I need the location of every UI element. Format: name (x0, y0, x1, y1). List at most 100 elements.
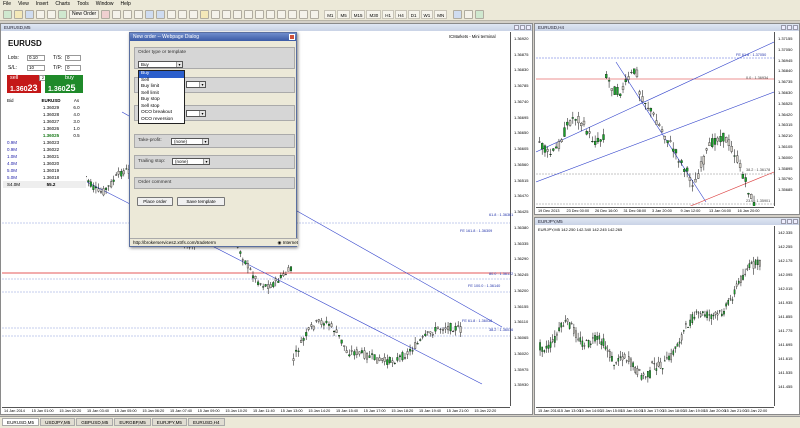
minimize-icon[interactable] (781, 25, 786, 30)
ladder-row[interactable]: 1.36029 6.0 (3, 104, 86, 111)
zoom-out-icon[interactable] (156, 9, 166, 19)
main-time-axis[interactable]: 14 Jan 2014 15 Jan 01:00 15 Jan 02:20 15 Ja… (2, 407, 510, 414)
stop-loss-select[interactable]: ▾ (186, 110, 206, 117)
ts-input[interactable]: 0 (65, 55, 81, 61)
tf-m15[interactable]: M15 (350, 9, 366, 19)
ladder-row[interactable]: 1.36025 0.5 (3, 132, 86, 139)
place-order-button[interactable]: Place order (137, 197, 173, 206)
minimize-icon[interactable] (514, 25, 519, 30)
main-price-axis[interactable]: 1.36920 1.36875 1.36830 1.36785 1.36740 1.366… (510, 32, 532, 406)
menu-file[interactable]: File (3, 1, 11, 7)
ladder-row[interactable]: 0.9M 1.36023 (3, 139, 86, 146)
ladder-row[interactable]: 1.36028 4.0 (3, 111, 86, 118)
ladder-row[interactable]: 1.36027 3.0 (3, 118, 86, 125)
terminal-icon[interactable] (47, 9, 56, 19)
tf-m5[interactable]: M5 (337, 9, 350, 19)
menu-help[interactable]: Help (121, 1, 131, 7)
volume-select[interactable]: ▾ (186, 81, 206, 88)
menu-window[interactable]: Window (96, 1, 114, 7)
eurjpy-chart-plot[interactable] (536, 226, 774, 406)
ladder-row[interactable]: 1.0M 1.36021 (3, 153, 86, 160)
h4-chart-plot[interactable] (536, 32, 774, 206)
h4-candle-body (607, 80, 611, 82)
take-profit-select[interactable]: (none) ▾ (171, 138, 209, 145)
ladder-row[interactable]: 1.36026 1.0 (3, 125, 86, 132)
h4-price-axis[interactable]: 1.37155 1.37050 1.36945 1.36840 1.36735 1.366… (774, 32, 799, 206)
ladder-row[interactable]: 5.0M 1.36018 (3, 174, 86, 181)
save-template-button[interactable]: Save template (177, 197, 225, 206)
settings-icon[interactable] (453, 9, 463, 19)
menu-view[interactable]: View (18, 1, 29, 7)
ladder-row[interactable]: 0.9M 1.36022 (3, 146, 86, 153)
dialog-close-icon[interactable] (289, 34, 295, 40)
candle-chart-icon[interactable] (123, 9, 133, 19)
sl-input[interactable]: 10 (27, 65, 45, 71)
eurjpy-chart-area[interactable]: EURJPY,M5 142.250 142.340 142.245 142.26… (536, 226, 799, 414)
tile-windows-icon[interactable] (167, 9, 177, 19)
autoscroll-icon[interactable] (178, 9, 188, 19)
crosshair-icon[interactable] (233, 9, 243, 19)
jpy-candle-body (666, 357, 668, 360)
lots-input[interactable]: 0.10 (27, 55, 45, 61)
line-chart-icon[interactable] (134, 9, 144, 19)
navigator-icon[interactable] (36, 9, 45, 19)
fibo-icon[interactable] (288, 9, 298, 19)
ladder-row[interactable]: 5.0M 1.36019 (3, 167, 86, 174)
zoom-in-icon[interactable] (145, 9, 155, 19)
eurjpy-time-axis[interactable]: 15 Jan 2014 15 Jan 13:00 15 Jan 14:00 15 Ja… (536, 407, 774, 414)
buy-button[interactable]: buy 1.36025 (45, 75, 83, 93)
trailing-stop-select[interactable]: (none) ▾ (172, 158, 210, 165)
trendline-icon[interactable] (266, 9, 276, 19)
new-chart-icon[interactable] (3, 9, 12, 19)
h4-candle-body (672, 148, 675, 152)
menu-tools[interactable]: Tools (77, 1, 89, 7)
menu-charts[interactable]: Charts (55, 1, 70, 7)
chart-tab[interactable]: EURUSD,M5 (2, 418, 40, 426)
chart-shift-icon[interactable] (189, 9, 199, 19)
h4-chart-area[interactable]: 1.37155 1.37050 1.36945 1.36840 1.36735 1.366… (536, 32, 799, 214)
menu-insert[interactable]: Insert (36, 1, 49, 7)
order-type-select[interactable]: Buy ▾ (138, 61, 183, 68)
chart-tab[interactable]: EURUSD,H4 (188, 418, 225, 426)
vertical-line-icon[interactable] (244, 9, 254, 19)
scripts-icon[interactable] (464, 9, 474, 19)
templates-icon[interactable] (222, 9, 232, 19)
bar-chart-icon[interactable] (112, 9, 122, 19)
maximize-icon[interactable] (787, 219, 792, 224)
maximize-icon[interactable] (520, 25, 525, 30)
tf-mn[interactable]: MN (434, 9, 448, 19)
indicators-icon[interactable] (200, 9, 210, 19)
periods-icon[interactable] (211, 9, 221, 19)
chart-tab[interactable]: EURJPY,M5 (151, 418, 187, 426)
channel-icon[interactable] (277, 9, 287, 19)
order-type-option[interactable]: OCO reversion (139, 117, 184, 124)
chart-tab[interactable]: EURGBP,M5 (114, 418, 151, 426)
text-icon[interactable] (299, 9, 309, 19)
chart-tab[interactable]: USDJPY,M5 (40, 418, 76, 426)
label-icon[interactable] (310, 9, 320, 19)
close-icon[interactable] (793, 219, 798, 224)
maximize-icon[interactable] (787, 25, 792, 30)
eurjpy-price-axis[interactable]: 142.335 142.255 142.175 142.095 142.015 141.9… (774, 226, 799, 406)
tf-h1[interactable]: H1 (382, 9, 395, 19)
profiles-icon[interactable] (14, 9, 23, 19)
new-order-icon[interactable] (58, 9, 67, 19)
minimize-icon[interactable] (781, 219, 786, 224)
close-icon[interactable] (526, 25, 531, 30)
tf-h4[interactable]: H4 (395, 9, 407, 19)
one-click-icon[interactable] (475, 9, 485, 19)
tp-input[interactable]: 0 (65, 65, 81, 71)
tf-d1[interactable]: D1 (407, 9, 420, 19)
tf-m30[interactable]: M30 (366, 9, 382, 19)
market-watch-icon[interactable] (25, 9, 34, 19)
new-order-button[interactable]: New Order (69, 9, 100, 19)
h4-time-axis[interactable]: 19 Dec 2013 23 Dec 00:00 26 Dec 16:00 31 De… (536, 207, 774, 214)
sell-button[interactable]: sell 1.36023 (7, 75, 41, 93)
chart-tab[interactable]: GBPUSD,M5 (76, 418, 114, 426)
tf-m1[interactable]: M1 (324, 9, 337, 19)
expert-advisors-icon[interactable] (101, 9, 111, 19)
close-icon[interactable] (793, 25, 798, 30)
ladder-row[interactable]: 4.0M 1.36020 (3, 160, 86, 167)
tf-w1[interactable]: W1 (420, 9, 434, 19)
horizontal-line-icon[interactable] (255, 9, 265, 19)
